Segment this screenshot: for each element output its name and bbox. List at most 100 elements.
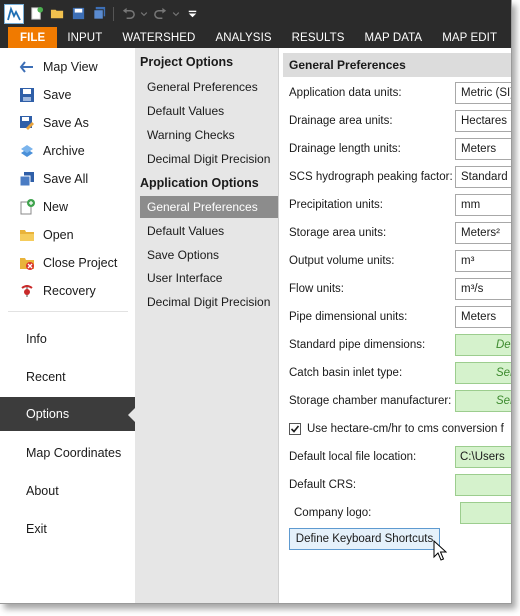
project-warning-checks[interactable]: Warning Checks xyxy=(140,124,278,146)
project-default-values[interactable]: Default Values xyxy=(140,100,278,122)
tab-map-data[interactable]: MAP DATA xyxy=(355,27,433,48)
general-preferences-panel: General Preferences Application data uni… xyxy=(278,48,511,603)
nav-section-recent[interactable]: Recent xyxy=(0,360,135,394)
nav-label: New xyxy=(43,200,69,214)
application-save-options[interactable]: Save Options xyxy=(140,244,278,266)
recovery-icon xyxy=(18,283,35,300)
define-keyboard-shortcuts-button[interactable]: Define Keyboard Shortcuts xyxy=(289,528,440,550)
nav-item-save-all[interactable]: Save All xyxy=(18,168,88,190)
project-decimal-digit-precision[interactable]: Decimal Digit Precision xyxy=(140,148,278,170)
application-user-interface[interactable]: User Interface xyxy=(140,267,278,289)
drainage-length-units-select[interactable]: Meters xyxy=(455,138,511,160)
toolbar-separator xyxy=(113,6,114,21)
nav-item-new[interactable]: New xyxy=(18,196,68,218)
row-label: Catch basin inlet type: xyxy=(289,367,403,379)
company-logo-field[interactable] xyxy=(460,502,511,524)
nav-item-save[interactable]: Save xyxy=(18,84,72,106)
project-general-preferences[interactable]: General Preferences xyxy=(140,76,278,98)
row-label: Storage area units: xyxy=(289,227,387,239)
nav-section-map-coordinates[interactable]: Map Coordinates xyxy=(0,436,135,470)
save-icon[interactable] xyxy=(69,5,87,23)
row-label: Drainage length units: xyxy=(289,143,401,155)
tab-map-edit[interactable]: MAP EDIT xyxy=(432,27,507,48)
row-label: Precipitation units: xyxy=(289,199,383,211)
standard-pipe-dimensions-button[interactable]: De xyxy=(455,334,511,356)
undo-dropdown-icon[interactable] xyxy=(140,5,148,23)
map-view-icon xyxy=(18,59,35,76)
nav-label: Save All xyxy=(43,172,89,186)
local-file-location-field[interactable]: C:\Users xyxy=(455,446,511,468)
redo-icon[interactable] xyxy=(151,5,169,23)
row-label: Output volume units: xyxy=(289,255,395,267)
row-label: SCS hydrograph peaking factor: xyxy=(289,171,453,183)
nav-item-recovery[interactable]: Recovery xyxy=(18,280,96,302)
default-crs-field[interactable] xyxy=(455,474,511,496)
row-label: Default local file location: xyxy=(289,451,417,463)
application-data-units-select[interactable]: Metric (SI) xyxy=(455,82,511,104)
nav-item-archive[interactable]: Archive xyxy=(18,140,85,162)
project-options-heading: Project Options xyxy=(140,55,234,69)
close-project-icon xyxy=(18,255,35,272)
nav-item-map-view[interactable]: Map View xyxy=(18,56,98,78)
ribbon-tab-bar: FILE INPUT WATERSHED ANALYSIS RESULTS MA… xyxy=(0,27,511,48)
nav-label: Open xyxy=(43,228,74,242)
row-label: Flow units: xyxy=(289,283,344,295)
row-label: Default CRS: xyxy=(289,479,357,491)
save-all-icon[interactable] xyxy=(90,5,108,23)
tab-analysis[interactable]: ANALYSIS xyxy=(205,27,281,48)
nav-label: Recovery xyxy=(43,284,96,298)
nav-label: Close Project xyxy=(43,256,118,270)
tab-results[interactable]: RESULTS xyxy=(282,27,355,48)
conversion-checkbox[interactable] xyxy=(289,423,301,435)
row-label: Company logo: xyxy=(294,507,372,519)
save-icon xyxy=(18,87,35,104)
options-category-list: Project Options General Preferences Defa… xyxy=(135,48,278,603)
save-as-icon xyxy=(18,115,35,132)
app-logo-icon xyxy=(4,3,24,24)
nav-item-close-project[interactable]: Close Project xyxy=(18,252,117,274)
catch-basin-inlet-type-button[interactable]: Sele xyxy=(455,362,511,384)
customize-toolbar-icon[interactable] xyxy=(183,5,201,23)
row-label: Application data units: xyxy=(289,87,402,99)
application-decimal-digit-precision[interactable]: Decimal Digit Precision xyxy=(140,291,278,313)
panel-title: General Preferences xyxy=(283,53,511,77)
tab-input[interactable]: INPUT xyxy=(57,27,112,48)
nav-section-info[interactable]: Info xyxy=(0,322,135,356)
nav-item-save-as[interactable]: Save As xyxy=(18,112,89,134)
new-icon xyxy=(18,199,35,216)
undo-icon[interactable] xyxy=(119,5,137,23)
open-folder-icon[interactable] xyxy=(48,5,66,23)
precipitation-units-select[interactable]: mm xyxy=(455,194,511,216)
row-label: Pipe dimensional units: xyxy=(289,311,408,323)
save-all-icon xyxy=(18,171,35,188)
nav-label: Save As xyxy=(43,116,89,130)
row-label: Standard pipe dimensions: xyxy=(289,339,426,351)
scs-peaking-factor-select[interactable]: Standard xyxy=(455,166,511,188)
flow-units-select[interactable]: m³/s xyxy=(455,278,511,300)
nav-section-options[interactable]: Options xyxy=(0,397,136,431)
drainage-area-units-select[interactable]: Hectares xyxy=(455,110,511,132)
pipe-dimensional-units-select[interactable]: Meters xyxy=(455,306,511,328)
new-file-icon[interactable] xyxy=(27,5,45,23)
row-label: Storage chamber manufacturer: xyxy=(289,395,452,407)
application-general-preferences[interactable]: General Preferences xyxy=(140,196,278,218)
tab-watershed[interactable]: WATERSHED xyxy=(112,27,205,48)
nav-section-about[interactable]: About xyxy=(0,474,135,508)
nav-item-open[interactable]: Open xyxy=(18,224,74,246)
storage-area-units-select[interactable]: Meters² xyxy=(455,222,511,244)
output-volume-units-select[interactable]: m³ xyxy=(455,250,511,272)
redo-dropdown-icon[interactable] xyxy=(172,5,180,23)
storage-chamber-manufacturer-button[interactable]: Sele xyxy=(455,390,511,412)
application-options-heading: Application Options xyxy=(140,176,259,190)
tab-truncated[interactable]: TR xyxy=(507,27,511,48)
tab-file[interactable]: FILE xyxy=(8,27,58,48)
quick-access-toolbar xyxy=(0,0,511,27)
archive-icon xyxy=(18,143,35,160)
backstage-nav: Map View Save Save As Archive Save All N… xyxy=(0,48,136,603)
nav-section-exit[interactable]: Exit xyxy=(0,512,135,546)
open-folder-icon xyxy=(18,227,35,244)
conversion-checkbox-row[interactable]: Use hectare-cm/hr to cms conversion f xyxy=(289,417,504,441)
application-default-values[interactable]: Default Values xyxy=(140,220,278,242)
nav-label: Map View xyxy=(43,60,98,74)
nav-label: Archive xyxy=(43,144,85,158)
